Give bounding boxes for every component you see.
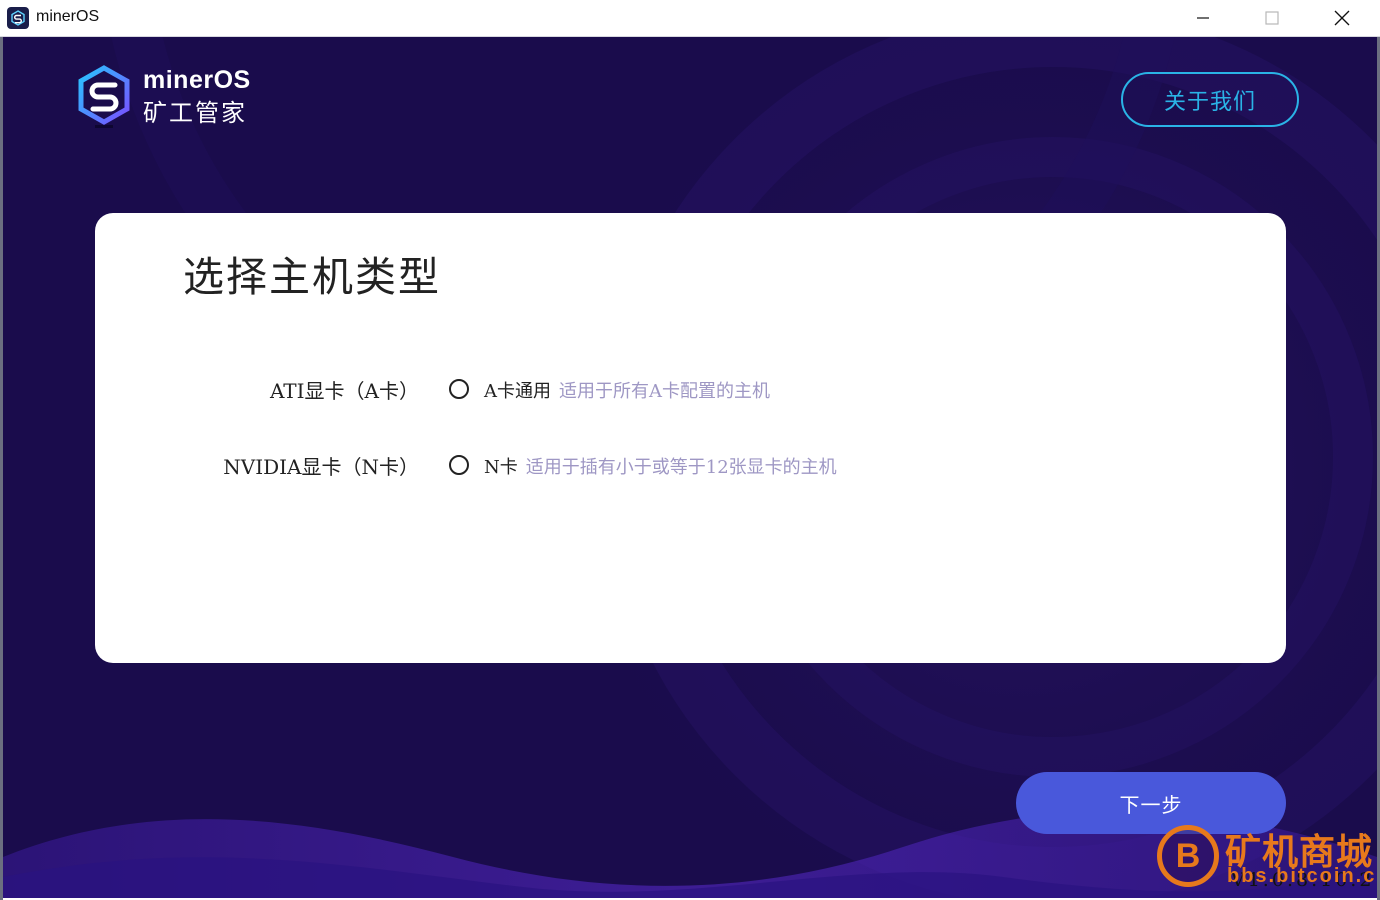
app-logo-icon [7,7,29,29]
window-titlebar: minerOS [0,0,1380,37]
close-button[interactable] [1307,0,1377,36]
watermark-b-icon: B [1157,825,1219,887]
option-name-ati[interactable]: A卡通用 适用于所有A卡配置的主机 [484,377,770,403]
page-title: 选择主机类型 [183,253,441,301]
option-row-ati[interactable]: ATI显卡（A卡） A卡通用 适用于所有A卡配置的主机 [95,367,1286,407]
option-row-nvidia[interactable]: NVIDIA显卡（N卡） N卡 适用于插有小于或等于12张显卡的主机 [95,443,1286,483]
app-content: minerOS 矿工管家 关于我们 选择主机类型 ATI显卡（A卡） A卡通用适… [3,37,1377,898]
option-label-nvidia: NVIDIA显卡（N卡） [223,455,419,479]
option-name-nvidia-text: N卡 [484,457,518,478]
host-type-card: 选择主机类型 ATI显卡（A卡） A卡通用 适用于所有A卡配置的主机 NVIDIA… [95,213,1286,663]
maximize-icon [1265,11,1279,25]
option-desc-nvidia: 适用于插有小于或等于12张显卡的主机 [525,457,837,478]
option-label-ati: ATI显卡（A卡） [269,379,419,403]
watermark: B 矿机商城 bbs.bitcoin.com [1157,825,1377,895]
option-name-ati-text: A卡通用 [484,381,551,402]
option-desc-ati: 适用于所有A卡配置的主机 [559,381,770,402]
brand-subtitle: 矿工管家 [143,99,247,127]
radio-ati[interactable] [449,379,469,399]
brand-name: minerOS [143,66,251,94]
minimize-button[interactable] [1168,0,1238,36]
watermark-url: bbs.bitcoin.com [1227,865,1377,887]
maximize-button[interactable] [1237,0,1307,36]
radio-nvidia[interactable] [449,455,469,475]
mineros-logo-icon [78,65,130,128]
minimize-icon [1197,17,1209,19]
window-title: minerOS [36,8,100,25]
about-us-button[interactable]: 关于我们 [1121,72,1299,127]
option-name-nvidia[interactable]: N卡 适用于插有小于或等于12张显卡的主机 [484,453,837,479]
close-icon [1334,10,1350,26]
